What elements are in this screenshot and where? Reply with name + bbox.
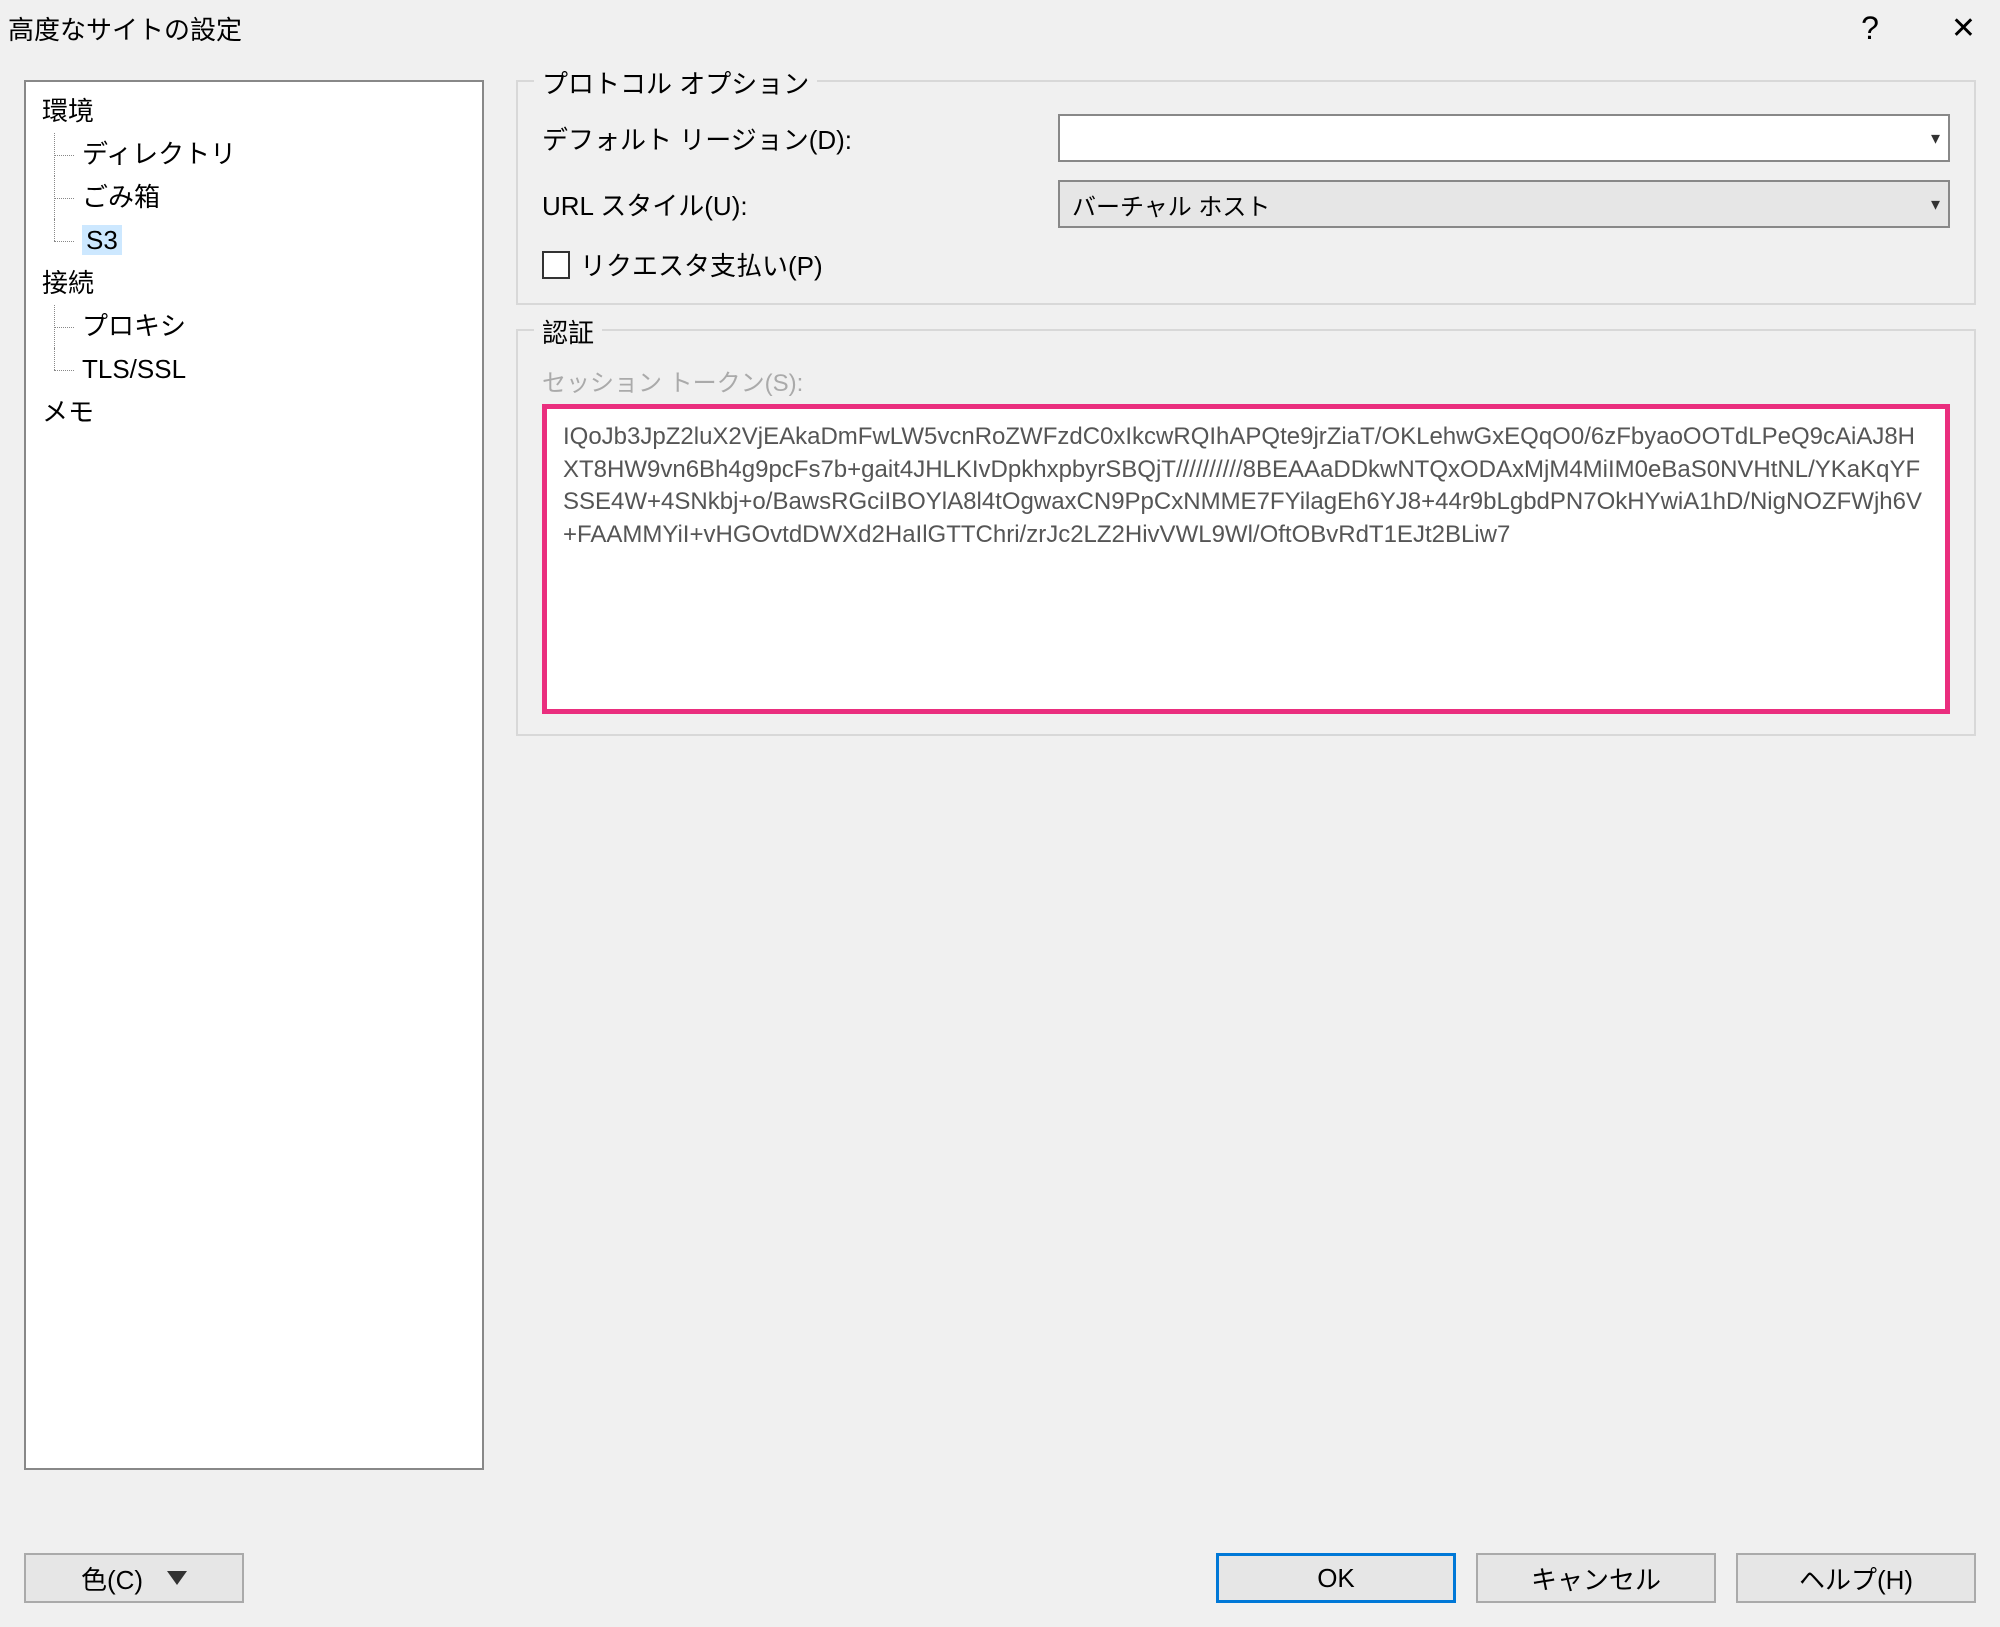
- protocol-options-group: プロトコル オプション デフォルト リージョン(D): ▾ URL スタイル(U…: [516, 80, 1976, 305]
- auth-group: 認証 セッション トークン(S): IQoJb3JpZ2luX2VjEAkaDm…: [516, 329, 1976, 736]
- dropdown-triangle-icon: [167, 1571, 187, 1585]
- default-region-row: デフォルト リージョン(D): ▾: [542, 114, 1950, 162]
- session-token-input[interactable]: IQoJb3JpZ2luX2VjEAkaDmFwLW5vcnRoZWFzdC0x…: [542, 404, 1950, 714]
- settings-tree[interactable]: 環境 ディレクトリ ごみ箱 S3 接続 プロキシ TLS/SSL メモ: [24, 80, 484, 1470]
- settings-panel: プロトコル オプション デフォルト リージョン(D): ▾ URL スタイル(U…: [516, 80, 1976, 1529]
- footer-left: 色(C): [24, 1553, 244, 1603]
- tree-item-trash[interactable]: ごみ箱: [34, 176, 474, 219]
- tree-item-proxy[interactable]: プロキシ: [34, 305, 474, 348]
- help-icon[interactable]: ?: [1861, 10, 1879, 47]
- url-style-combo[interactable]: バーチャル ホスト ▾: [1058, 180, 1950, 228]
- chevron-down-icon: ▾: [1931, 128, 1940, 149]
- dialog-title: 高度なサイトの設定: [8, 10, 242, 47]
- url-style-row: URL スタイル(U): バーチャル ホスト ▾: [542, 180, 1950, 228]
- auth-group-title: 認証: [534, 313, 602, 350]
- protocol-options-title: プロトコル オプション: [534, 64, 817, 101]
- help-button[interactable]: ヘルプ(H): [1736, 1553, 1976, 1603]
- session-token-label: セッション トークン(S):: [542, 363, 1950, 398]
- tree-item-connection[interactable]: 接続: [34, 262, 474, 305]
- titlebar: 高度なサイトの設定 ? ✕: [0, 0, 2000, 56]
- default-region-combo[interactable]: ▾: [1058, 114, 1950, 162]
- default-region-label: デフォルト リージョン(D):: [542, 120, 1042, 157]
- tree-item-s3[interactable]: S3: [34, 219, 474, 262]
- tree-item-directory[interactable]: ディレクトリ: [34, 133, 474, 176]
- advanced-site-settings-dialog: 高度なサイトの設定 ? ✕ 環境 ディレクトリ ごみ箱 S3 接続 プロキシ T…: [0, 0, 2000, 1627]
- url-style-value: バーチャル ホスト: [1072, 187, 1270, 222]
- dialog-body: 環境 ディレクトリ ごみ箱 S3 接続 プロキシ TLS/SSL メモ プロトコ…: [0, 56, 2000, 1537]
- chevron-down-icon: ▾: [1931, 194, 1940, 215]
- tree-item-memo[interactable]: メモ: [34, 391, 474, 434]
- requester-pays-checkbox[interactable]: リクエスタ支払い(P): [542, 246, 1950, 283]
- requester-pays-label: リクエスタ支払い(P): [580, 246, 823, 283]
- footer-right: OK キャンセル ヘルプ(H): [1216, 1553, 1976, 1603]
- url-style-label: URL スタイル(U):: [542, 186, 1042, 223]
- tree-item-environment[interactable]: 環境: [34, 90, 474, 133]
- dialog-footer: 色(C) OK キャンセル ヘルプ(H): [0, 1537, 2000, 1627]
- checkbox-box-icon: [542, 251, 570, 279]
- close-icon[interactable]: ✕: [1943, 11, 1984, 46]
- titlebar-controls: ? ✕: [1861, 10, 1984, 47]
- cancel-button[interactable]: キャンセル: [1476, 1553, 1716, 1603]
- tree-item-tlsssl[interactable]: TLS/SSL: [34, 348, 474, 391]
- color-button[interactable]: 色(C): [24, 1553, 244, 1603]
- ok-button[interactable]: OK: [1216, 1553, 1456, 1603]
- color-button-label: 色(C): [81, 1560, 143, 1597]
